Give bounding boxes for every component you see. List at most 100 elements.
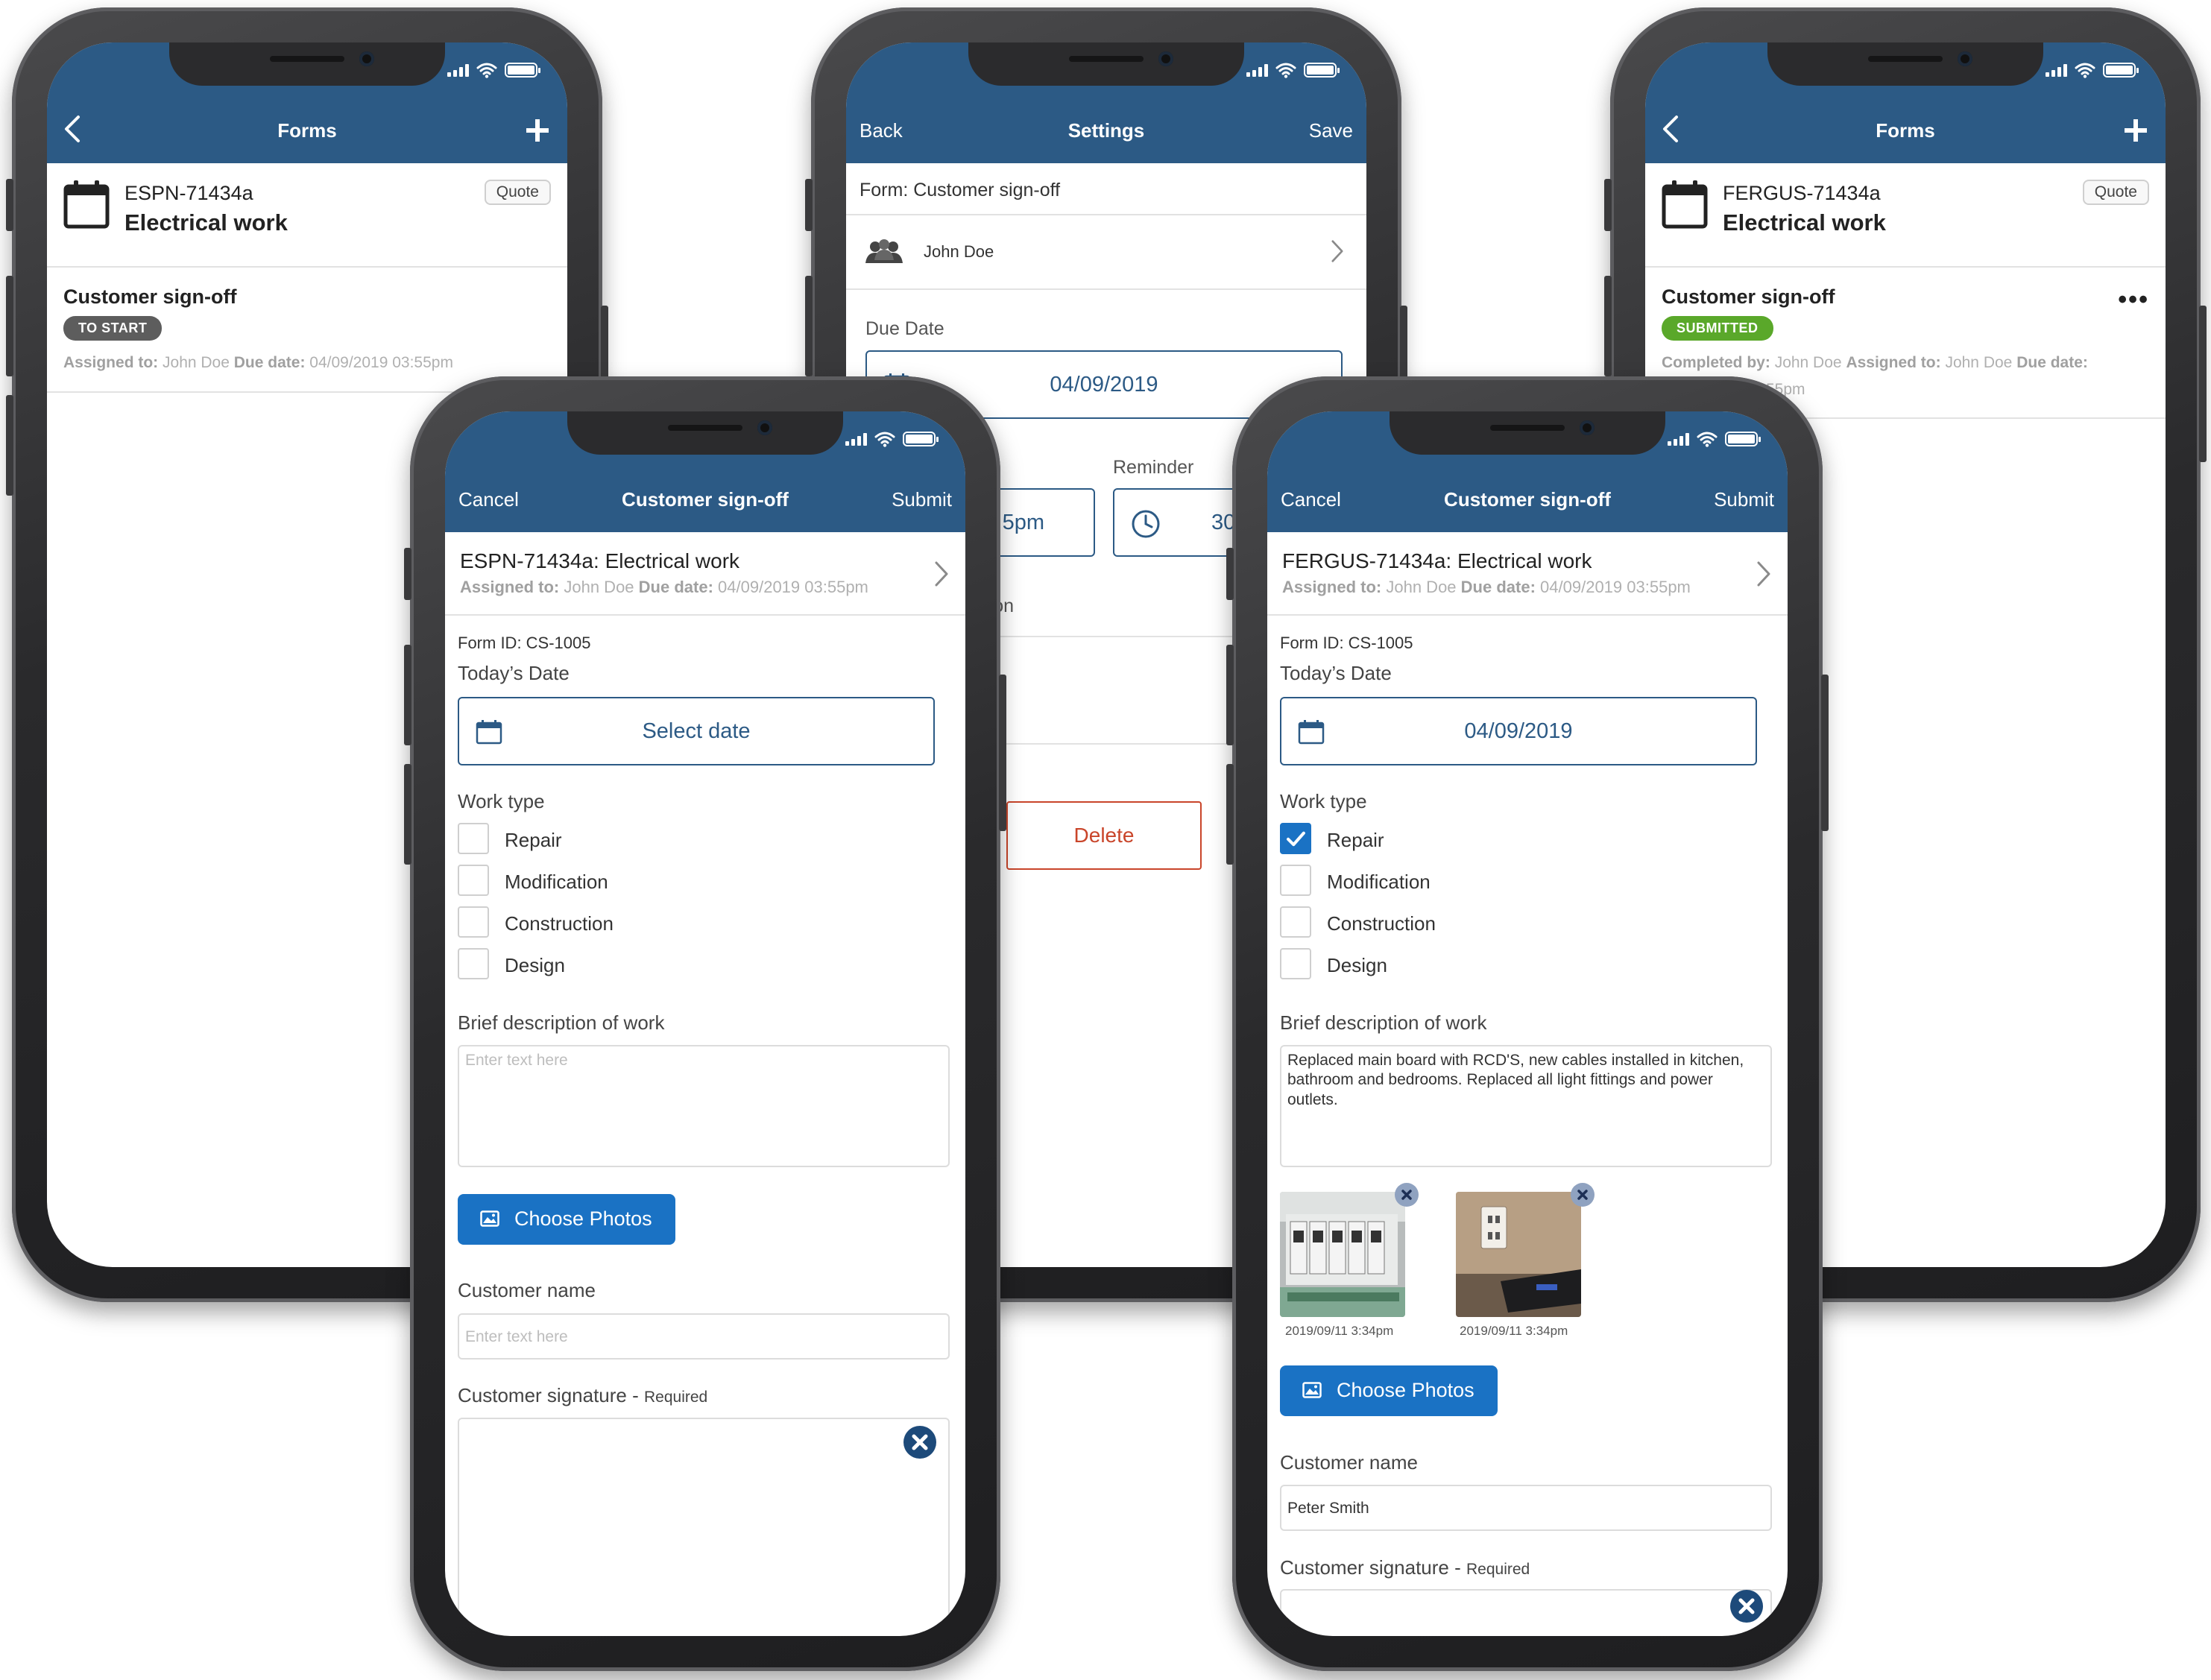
- phone-signoff-empty: Cancel Customer sign-off Submit ESPN-714…: [404, 376, 1006, 1671]
- due-time-value: 5pm: [1002, 511, 1044, 534]
- checkbox-modification[interactable]: [1280, 865, 1311, 896]
- photo-caption: 2019/09/11 3:34pm: [1285, 1324, 1394, 1338]
- wifi-icon: [476, 62, 497, 78]
- work-type-label: Work type: [1280, 790, 1367, 812]
- checkbox-label: Design: [1327, 954, 1387, 976]
- photo-thumbnail[interactable]: [1456, 1192, 1581, 1317]
- photo-caption: 2019/09/11 3:34pm: [1460, 1324, 1568, 1338]
- assignee-row[interactable]: John Doe: [846, 215, 1366, 290]
- battery-icon: [903, 432, 939, 446]
- customer-name-label: Customer name: [1280, 1451, 1418, 1474]
- choose-photos-button[interactable]: Choose Photos: [458, 1194, 675, 1245]
- form-list-item[interactable]: Customer sign-off TO START Assigned to: …: [47, 268, 567, 393]
- signal-icon: [447, 63, 469, 77]
- submit-button[interactable]: Submit: [892, 488, 952, 511]
- calendar-icon: [63, 180, 110, 229]
- checkbox-repair[interactable]: [458, 823, 489, 854]
- description-textarea[interactable]: Enter text here: [458, 1045, 950, 1167]
- signal-icon: [2046, 63, 2067, 77]
- clear-signature-icon[interactable]: [1729, 1589, 1764, 1623]
- checkbox-label: Repair: [505, 829, 562, 851]
- assignee-name: John Doe: [924, 242, 994, 261]
- wifi-icon: [874, 431, 895, 447]
- description-textarea[interactable]: Replaced main board with RCD'S, new cabl…: [1280, 1045, 1772, 1167]
- page-title: Forms: [1876, 119, 1935, 142]
- battery-icon: [505, 63, 540, 78]
- battery-icon: [2103, 63, 2139, 78]
- chevron-right-icon: [1756, 560, 1771, 587]
- checkbox-construction[interactable]: [458, 906, 489, 938]
- job-card[interactable]: FERGUS-71434a Electrical work Quote: [1645, 163, 2166, 268]
- form-meta: Assigned to: John Doe Due date: 04/09/20…: [63, 354, 453, 371]
- status-badge: TO START: [63, 316, 163, 341]
- remove-photo-icon[interactable]: [1394, 1182, 1419, 1207]
- notch: [169, 42, 445, 86]
- status-bar: [2046, 62, 2139, 78]
- checkbox-label: Modification: [1327, 871, 1431, 893]
- quote-tag: Quote: [484, 180, 551, 205]
- plus-icon[interactable]: [2122, 117, 2149, 144]
- volume-up-button: [6, 276, 13, 376]
- todays-date-label: Today’s Date: [1280, 662, 1392, 684]
- delete-button[interactable]: Delete: [1006, 801, 1202, 870]
- signal-icon: [845, 432, 867, 446]
- signature-label: Customer signature - Required: [458, 1384, 708, 1406]
- plus-icon[interactable]: [524, 117, 551, 144]
- save-button[interactable]: Save: [1309, 119, 1353, 142]
- checkbox-modification[interactable]: [458, 865, 489, 896]
- breaker-photo: [1280, 1192, 1405, 1317]
- description-label: Brief description of work: [1280, 1011, 1487, 1034]
- job-summary-row[interactable]: ESPN-71434a: Electrical work Assigned to…: [445, 532, 965, 616]
- mute-switch: [6, 179, 13, 231]
- status-bar: [447, 62, 540, 78]
- wifi-icon: [1275, 62, 1296, 78]
- image-icon: [1302, 1382, 1322, 1398]
- checkbox-repair[interactable]: [1280, 823, 1311, 854]
- checkbox-design[interactable]: [1280, 948, 1311, 979]
- choose-photos-button[interactable]: Choose Photos: [1280, 1365, 1498, 1416]
- checkbox-label: Design: [505, 954, 565, 976]
- signature-pad[interactable]: [1280, 1589, 1772, 1636]
- users-icon: [864, 239, 904, 265]
- wifi-icon: [1697, 431, 1718, 447]
- checkbox-label: Construction: [505, 912, 614, 935]
- job-summary-row[interactable]: FERGUS-71434a: Electrical work Assigned …: [1267, 532, 1788, 616]
- job-line: ESPN-71434a: Electrical work: [460, 549, 740, 572]
- submit-button[interactable]: Submit: [1714, 488, 1774, 511]
- customer-name-input[interactable]: Peter Smith: [1280, 1485, 1772, 1531]
- form-name: Form: Customer sign-off: [860, 180, 1061, 200]
- remove-photo-icon[interactable]: [1570, 1182, 1595, 1207]
- chevron-right-icon: [934, 560, 949, 587]
- job-line: FERGUS-71434a: Electrical work: [1282, 549, 1592, 572]
- page-title: Settings: [1067, 119, 1145, 142]
- choose-photos-label: Choose Photos: [1337, 1379, 1474, 1401]
- form-title: Customer sign-off: [1662, 285, 1835, 308]
- customer-name-label: Customer name: [458, 1279, 596, 1301]
- clear-signature-icon[interactable]: [903, 1425, 937, 1459]
- customer-name-input[interactable]: Enter text here: [458, 1313, 950, 1360]
- signature-pad[interactable]: [458, 1418, 950, 1636]
- status-badge: SUBMITTED: [1662, 316, 1773, 341]
- job-meta: Assigned to: John Doe Due date: 04/09/20…: [460, 578, 868, 596]
- signal-icon: [1668, 432, 1689, 446]
- due-date-label: Due Date: [865, 318, 944, 339]
- more-dots-icon[interactable]: •••: [2118, 285, 2149, 315]
- signature-label: Customer signature - Required: [1280, 1556, 1530, 1579]
- job-name: Electrical work: [124, 209, 288, 236]
- phone-signoff-filled: Cancel Customer sign-off Submit FERGUS-7…: [1226, 376, 1829, 1671]
- job-meta: Assigned to: John Doe Due date: 04/09/20…: [1282, 578, 1691, 596]
- page-title: Forms: [277, 119, 337, 142]
- wifi-icon: [2075, 62, 2095, 78]
- date-picker[interactable]: 04/09/2019: [1280, 697, 1757, 765]
- reminder-label: Reminder: [1113, 457, 1194, 478]
- photo-thumbnail[interactable]: [1280, 1192, 1405, 1317]
- image-icon: [480, 1210, 499, 1227]
- phone-screen: Cancel Customer sign-off Submit FERGUS-7…: [1267, 411, 1788, 1636]
- date-picker[interactable]: Select date: [458, 697, 935, 765]
- job-card[interactable]: ESPN-71434a Electrical work Quote: [47, 163, 567, 268]
- battery-icon: [1725, 432, 1761, 446]
- checkmark-icon: [1281, 824, 1310, 853]
- checkbox-design[interactable]: [458, 948, 489, 979]
- chevron-right-icon: [1331, 239, 1344, 263]
- checkbox-construction[interactable]: [1280, 906, 1311, 938]
